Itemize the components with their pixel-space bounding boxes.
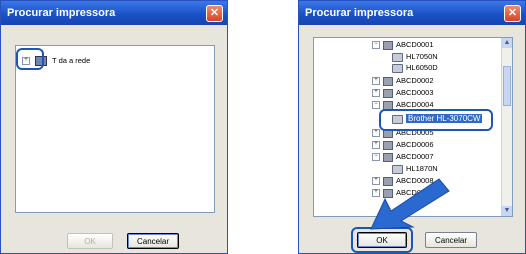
tree-node[interactable]: − ABCD0001 xyxy=(372,40,434,50)
right-close-icon[interactable]: ✕ xyxy=(504,5,521,22)
left-title: Procurar impressora xyxy=(7,7,116,19)
tree-node-label: ABCD0002 xyxy=(396,76,434,85)
tree-node[interactable]: HL7050N xyxy=(392,52,438,62)
tree-node[interactable]: HL6050D xyxy=(392,63,438,73)
tree-node-label: HL7050N xyxy=(406,52,438,61)
left-tree[interactable]: + T da a rede xyxy=(15,45,215,213)
computer-icon xyxy=(383,140,393,150)
collapse-icon[interactable]: − xyxy=(372,101,380,110)
highlight-circle xyxy=(16,48,44,70)
highlight-ring-selected xyxy=(379,109,493,131)
scroll-up-icon[interactable]: ▲ xyxy=(502,38,512,48)
tree-node-label: T da a rede xyxy=(52,56,91,65)
expand-icon[interactable]: + xyxy=(372,77,380,86)
tree-node[interactable]: + ABCD0002 xyxy=(372,76,434,86)
collapse-icon[interactable]: − xyxy=(372,153,380,162)
right-titlebar[interactable]: Procurar impressora ✕ xyxy=(299,1,525,25)
right-dialog: Procurar impressora ✕ − ABCD0001 HL7050N … xyxy=(298,0,526,254)
tree-node-label: ABCD0003 xyxy=(396,88,434,97)
expand-icon[interactable]: + xyxy=(372,89,380,98)
printer-icon xyxy=(392,63,403,73)
expand-icon[interactable]: + xyxy=(372,141,380,150)
right-title: Procurar impressora xyxy=(305,7,414,19)
computer-icon xyxy=(383,152,393,162)
left-cancel-button[interactable]: Cancelar xyxy=(127,233,179,249)
tree-node[interactable]: − ABCD0007 xyxy=(372,152,434,162)
left-close-icon[interactable]: ✕ xyxy=(206,5,223,22)
computer-icon xyxy=(383,76,393,86)
collapse-icon[interactable]: − xyxy=(372,41,380,50)
computer-icon xyxy=(383,40,393,50)
tree-node[interactable]: HL1870N xyxy=(392,164,438,174)
scroll-thumb[interactable] xyxy=(503,66,511,106)
tree-node-label: HL1870N xyxy=(406,164,438,173)
scroll-down-icon[interactable]: ▼ xyxy=(502,206,512,216)
left-dialog: Procurar impressora ✕ + T da a rede OK C… xyxy=(0,0,228,254)
tree-node[interactable]: + ABCD0003 xyxy=(372,88,434,98)
computer-icon xyxy=(383,88,393,98)
printer-icon xyxy=(392,52,403,62)
tree-node-label: ABCD0007 xyxy=(396,152,434,161)
pointer-arrow-icon xyxy=(370,178,450,230)
left-titlebar[interactable]: Procurar impressora ✕ xyxy=(1,1,227,25)
left-ok-button[interactable]: OK xyxy=(67,233,113,249)
expand-icon[interactable]: + xyxy=(372,129,380,138)
tree-node-label: ABCD0006 xyxy=(396,140,434,149)
tree-node-label: ABCD0004 xyxy=(396,100,434,109)
tree-node[interactable]: + ABCD0006 xyxy=(372,140,434,150)
tree-node-label: ABCD0001 xyxy=(396,40,434,49)
printer-icon xyxy=(392,164,403,174)
tree-scrollbar[interactable]: ▲ ▼ xyxy=(501,38,512,216)
tree-node-label: HL6050D xyxy=(406,63,438,72)
